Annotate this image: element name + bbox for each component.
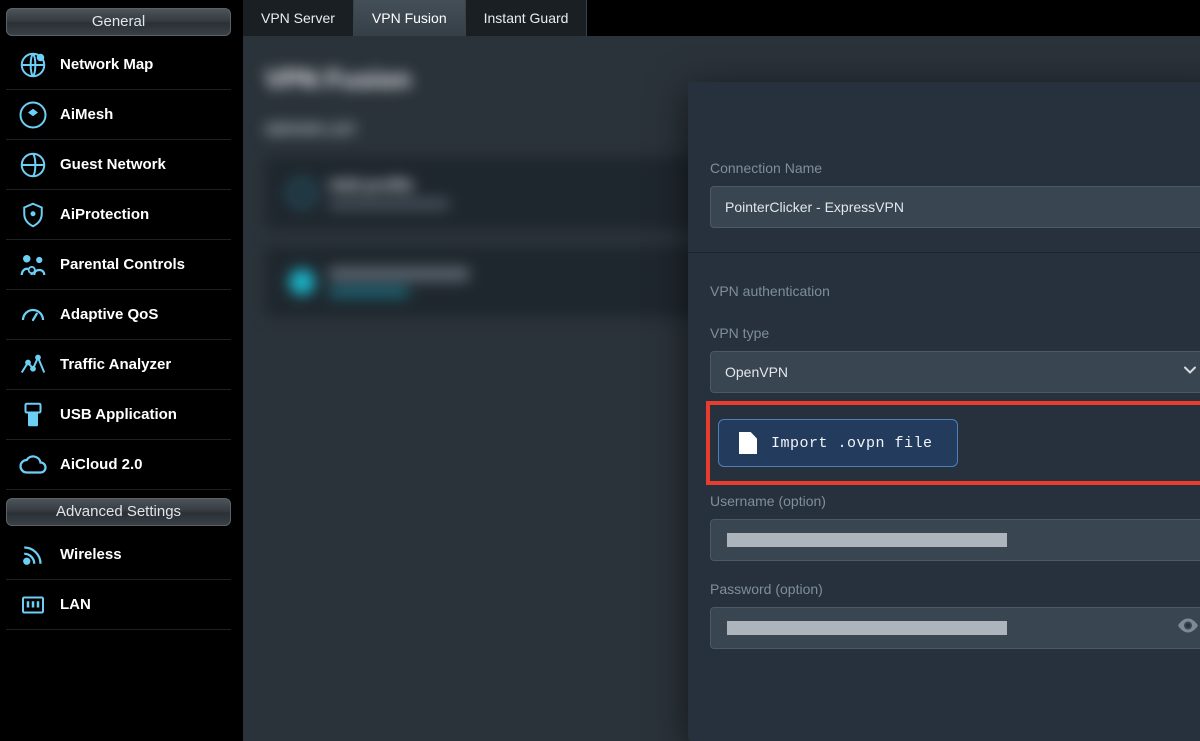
sidebar-item-label: AiProtection (60, 206, 149, 223)
vpn-type-select[interactable]: OpenVPN (710, 351, 1200, 393)
tab-vpn-fusion[interactable]: VPN Fusion (354, 0, 466, 36)
vpn-type-label: VPN type (710, 325, 1200, 341)
wifi-icon (16, 538, 50, 572)
usb-icon (16, 398, 50, 432)
username-input[interactable] (710, 519, 1200, 561)
sidebar-item-adaptive-qos[interactable]: Adaptive QoS (6, 290, 231, 340)
sidebar-item-aimesh[interactable]: AiMesh (6, 90, 231, 140)
sidebar-item-usb-application[interactable]: USB Application (6, 390, 231, 440)
eye-icon[interactable] (1176, 614, 1200, 643)
gauge-icon (16, 298, 50, 332)
sidebar-item-label: LAN (60, 596, 91, 613)
vpn-auth-label: VPN authentication (710, 283, 1200, 299)
parental-icon (16, 248, 50, 282)
import-ovpn-button[interactable]: Import .ovpn file (718, 419, 958, 467)
sidebar-section-advanced: Advanced Settings (6, 498, 231, 526)
sidebar-item-label: Wireless (60, 546, 122, 563)
cloud-icon (16, 448, 50, 482)
guest-network-icon (16, 148, 50, 182)
connection-name-label: Connection Name (710, 160, 1200, 176)
tab-bar: VPN Server VPN Fusion Instant Guard (243, 0, 1200, 36)
username-label: Username (option) (710, 493, 1200, 509)
sidebar-item-guest-network[interactable]: Guest Network (6, 140, 231, 190)
sidebar-item-parental-controls[interactable]: Parental Controls (6, 240, 231, 290)
sidebar-item-lan[interactable]: LAN (6, 580, 231, 630)
vpn-type-value: OpenVPN (710, 351, 1200, 393)
analyzer-icon (16, 348, 50, 382)
sidebar-item-label: AiMesh (60, 106, 113, 123)
shield-icon (16, 198, 50, 232)
sidebar-item-label: Guest Network (60, 156, 166, 173)
sidebar-item-label: USB Application (60, 406, 177, 423)
sidebar-item-network-map[interactable]: Network Map (6, 40, 231, 90)
sidebar-item-label: Parental Controls (60, 256, 185, 273)
sidebar-item-traffic-analyzer[interactable]: Traffic Analyzer (6, 340, 231, 390)
tab-instant-guard[interactable]: Instant Guard (466, 0, 588, 36)
connection-name-input[interactable] (710, 186, 1200, 228)
sidebar-item-wireless[interactable]: Wireless (6, 530, 231, 580)
lan-icon (16, 588, 50, 622)
import-highlight-box: Import .ovpn file (706, 401, 1200, 485)
sidebar-item-aiprotection[interactable]: AiProtection (6, 190, 231, 240)
file-icon (739, 432, 757, 454)
sidebar-item-label: Adaptive QoS (60, 306, 158, 323)
username-masked (727, 533, 1007, 547)
aimesh-icon (16, 98, 50, 132)
sidebar: General Network Map AiMesh Guest Network… (6, 0, 231, 741)
add-profile-modal: Connection Name VPN authentication VPN t… (688, 82, 1200, 741)
import-button-label: Import .ovpn file (771, 435, 933, 452)
globe-icon (16, 48, 50, 82)
sidebar-section-general: General (6, 8, 231, 36)
password-input[interactable] (710, 607, 1200, 649)
sidebar-item-label: Traffic Analyzer (60, 356, 171, 373)
sidebar-item-label: Network Map (60, 56, 153, 73)
sidebar-item-label: AiCloud 2.0 (60, 456, 143, 473)
main-content: VPN Server VPN Fusion Instant Guard VPN … (243, 0, 1200, 741)
tab-vpn-server[interactable]: VPN Server (243, 0, 354, 36)
sidebar-item-aicloud[interactable]: AiCloud 2.0 (6, 440, 231, 490)
password-masked (727, 621, 1007, 635)
password-label: Password (option) (710, 581, 1200, 597)
